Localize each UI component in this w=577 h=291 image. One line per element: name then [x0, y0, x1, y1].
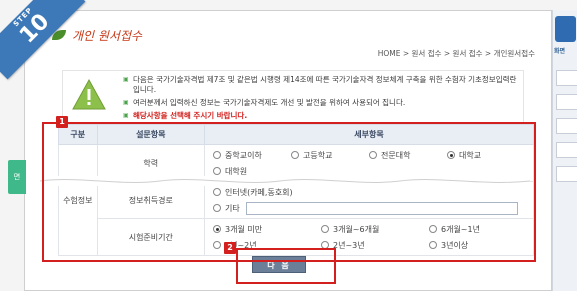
radio-option[interactable]: 2년~3년 — [321, 240, 429, 251]
option-label: 전문대학 — [381, 150, 411, 160]
other-text-input[interactable] — [245, 201, 518, 215]
radio-button[interactable] — [429, 225, 437, 233]
radio-button[interactable] — [213, 241, 221, 249]
page-title: 개인 원서접수 — [72, 28, 143, 43]
radio-option[interactable]: 대학교 — [447, 150, 525, 161]
item-label: 정보취득경로 — [96, 181, 206, 219]
torn-edge-divider — [40, 176, 530, 186]
table-header-row: 구분 설문항목 세부항목 — [58, 124, 534, 145]
warning-icon — [72, 78, 106, 110]
category-cell: 수험정보 — [58, 144, 98, 256]
notice-item: 다음은 국가기술자격법 제7조 및 같은법 시행령 제14조에 따른 국가기술자… — [123, 75, 519, 95]
radio-button[interactable] — [321, 225, 329, 233]
marker-1: 1 — [56, 116, 68, 128]
marker-2: 2 — [224, 242, 236, 254]
left-side-tab[interactable]: 면 — [8, 160, 26, 194]
option-label: 3개월~6개월 — [333, 224, 380, 234]
panel-button-4[interactable] — [556, 142, 577, 158]
radio-button[interactable] — [213, 167, 221, 175]
title-bar: 개인 원서접수 — [52, 20, 142, 50]
panel-button-1[interactable] — [556, 70, 577, 86]
radio-button[interactable] — [321, 241, 329, 249]
radio-button[interactable] — [429, 241, 437, 249]
radio-button[interactable] — [213, 151, 221, 159]
col-header-item: 설문항목 — [96, 124, 206, 145]
option-label: 기타 — [225, 203, 240, 213]
col-header-detail: 세부항목 — [204, 124, 534, 145]
radio-button[interactable] — [369, 151, 377, 159]
radio-option[interactable]: 대학원 — [213, 166, 291, 177]
radio-option[interactable]: 3개월 미만 — [213, 224, 321, 235]
option-label: 3개월 미만 — [225, 224, 263, 234]
page-frame: STEP 10 개인 원서접수 HOME > 원서 접수 > 원서 접수 > 개… — [0, 0, 577, 291]
radio-button-selected[interactable] — [447, 151, 455, 159]
option-label: 대학교 — [459, 150, 482, 160]
right-side-panel: 화면 — [552, 10, 577, 291]
breadcrumb: HOME > 원서 접수 > 원서 접수 > 개인원서접수 — [377, 49, 535, 58]
option-cell: 3개월 미만 3개월~6개월 6개월~1년 1년~2년 2년~3년 3년이상 — [204, 218, 534, 256]
option-label: 2년~3년 — [333, 240, 365, 250]
panel-button-3[interactable] — [556, 118, 577, 134]
option-cell: 인터넷(카페,동호회) 기타 — [204, 181, 534, 219]
radio-option[interactable]: 6개월~1년 — [429, 224, 519, 235]
survey-table: 구분 설문항목 세부항목 수험정보 학력 중학교이하 고등학교 전문대학 대학교… — [58, 124, 534, 256]
radio-option[interactable]: 중학교이하 — [213, 150, 291, 161]
radio-button[interactable] — [213, 188, 221, 196]
option-label: 인터넷(카페,동호회) — [225, 187, 293, 197]
option-label: 고등학교 — [303, 150, 333, 160]
panel-button-2[interactable] — [556, 94, 577, 110]
radio-button[interactable] — [213, 204, 221, 212]
panel-label: 화면 — [554, 48, 566, 55]
item-label: 시험준비기간 — [96, 218, 206, 256]
notice-box: 다음은 국가기술자격법 제7조 및 같은법 시행령 제14조에 따른 국가기술자… — [62, 70, 524, 126]
radio-option[interactable]: 기타 — [213, 203, 240, 214]
radio-option[interactable]: 인터넷(카페,동호회) — [213, 187, 353, 198]
panel-top-icon[interactable] — [555, 16, 576, 42]
option-label: 대학원 — [225, 166, 248, 176]
radio-option[interactable]: 3년이상 — [429, 240, 519, 251]
panel-button-5[interactable] — [556, 166, 577, 182]
option-label: 중학교이하 — [225, 150, 262, 160]
radio-option[interactable]: 고등학교 — [291, 150, 369, 161]
table-row-source: 정보취득경로 인터넷(카페,동호회) 기타 — [59, 181, 534, 219]
radio-option[interactable]: 3개월~6개월 — [321, 224, 429, 235]
option-label: 6개월~1년 — [441, 224, 480, 234]
option-label: 3년이상 — [441, 240, 469, 250]
notice-list: 다음은 국가기술자격법 제7조 및 같은법 시행령 제14조에 따른 국가기술자… — [123, 75, 519, 124]
radio-option[interactable]: 전문대학 — [369, 150, 447, 161]
survey-table-wrap: 구분 설문항목 세부항목 수험정보 학력 중학교이하 고등학교 전문대학 대학교… — [58, 124, 534, 260]
notice-item-highlight: 해당사항을 선택해 주시기 바랍니다. — [123, 111, 519, 121]
radio-button[interactable] — [291, 151, 299, 159]
next-button[interactable]: 다 음 — [252, 256, 306, 273]
notice-item: 여러분께서 입력하신 정보는 국가기술자격제도 개선 및 발전을 위하여 사용되… — [123, 98, 519, 108]
table-row-prep: 시험준비기간 3개월 미만 3개월~6개월 6개월~1년 1년~2년 2년~3년… — [59, 218, 534, 256]
radio-button-selected[interactable] — [213, 225, 221, 233]
